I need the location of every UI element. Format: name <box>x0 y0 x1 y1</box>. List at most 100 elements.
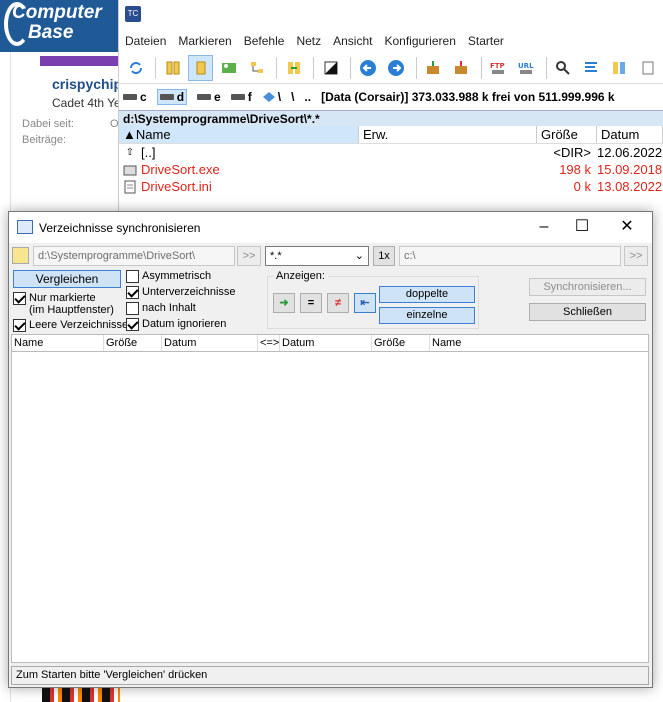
search-icon[interactable] <box>551 55 576 81</box>
drive-c[interactable]: c <box>123 90 147 104</box>
minimize-icon[interactable]: – <box>524 216 564 240</box>
grid-col-name-left[interactable]: Name <box>12 335 104 351</box>
menu-dateien[interactable]: Dateien <box>125 34 166 48</box>
forum-since-label: Dabei seit: <box>22 118 74 130</box>
empty-dirs-checkbox[interactable]: Leere Verzeichnisse <box>13 319 128 332</box>
forum-username[interactable]: crispychip <box>52 76 122 92</box>
grid-col-date-left[interactable]: Datum <box>162 335 258 351</box>
up-dir-icon: ⇧ <box>125 147 135 158</box>
ini-file-icon <box>123 180 137 194</box>
total-commander-window: TC Dateien Markieren Befehle Netz Ansich… <box>118 0 663 212</box>
synchronize-button[interactable]: Synchronisieren... <box>529 278 646 296</box>
show-left-newer-icon[interactable]: ➜ <box>273 293 295 313</box>
maximize-icon[interactable]: ☐ <box>562 216 602 240</box>
invert-selection-icon[interactable] <box>318 55 343 81</box>
full-view-icon[interactable] <box>188 54 214 81</box>
file-row[interactable]: DriveSort.ini 0 k 13.08.2022 <box>119 178 663 195</box>
compare-icon[interactable] <box>607 55 632 81</box>
refresh-icon[interactable] <box>123 55 148 81</box>
file-column-headers: ▲Name Erw. Größe Datum <box>119 126 663 144</box>
drive-f[interactable]: f <box>230 90 252 104</box>
network-drive[interactable]: \ <box>262 90 281 104</box>
close-icon[interactable]: ✕ <box>607 216 647 240</box>
left-path-field[interactable]: d:\Systemprogramme\DriveSort\ <box>33 246 235 266</box>
left-browse-button[interactable]: >> <box>237 246 261 266</box>
compare-grid-header: Name Größe Datum <=> Datum Größe Name <box>11 334 649 352</box>
compare-button[interactable]: Vergleichen <box>13 270 121 288</box>
menu-konfigurieren[interactable]: Konfigurieren <box>384 34 455 48</box>
chevron-down-icon: ⌄ <box>354 250 364 262</box>
tree-view-icon[interactable] <box>244 55 269 81</box>
drive-info: [Data (Corsair)] 373.033.988 k frei von … <box>321 90 615 104</box>
sync-dirs-icon[interactable] <box>281 55 306 81</box>
pack-icon[interactable] <box>421 55 446 81</box>
right-path-field[interactable]: c:\ <box>399 246 621 266</box>
col-size[interactable]: Größe <box>537 126 597 143</box>
file-list: ⇧ [..] <DIR> 12.06.2022 DriveSort.exe 198… <box>119 144 663 195</box>
grid-col-size-right[interactable]: Größe <box>372 335 430 351</box>
col-date[interactable]: Datum <box>597 126 663 143</box>
by-content-checkbox[interactable]: nach Inhalt <box>126 302 196 315</box>
tc-titlebar: TC <box>119 0 663 30</box>
thumbnail-icon[interactable] <box>216 55 241 81</box>
brief-view-icon[interactable] <box>160 55 185 81</box>
computerbase-logo[interactable]: Computer Base <box>0 0 120 52</box>
sort-up-icon: ▲ <box>123 127 136 142</box>
grid-col-size-left[interactable]: Größe <box>104 335 162 351</box>
close-button[interactable]: Schließen <box>529 303 646 321</box>
forum-posts-label: Beiträge: <box>22 134 67 146</box>
show-equal-icon[interactable]: = <box>300 293 322 313</box>
svg-text:URL: URL <box>518 62 534 70</box>
user-banner <box>40 56 120 66</box>
forum-image <box>42 686 120 702</box>
logo-text-1: Computer <box>12 2 102 23</box>
multi-rename-icon[interactable] <box>579 55 604 81</box>
dialog-icon <box>17 220 33 234</box>
col-ext[interactable]: Erw. <box>359 126 537 143</box>
file-row[interactable]: DriveSort.exe 198 k 15.09.2018 <box>119 161 663 178</box>
tc-menubar: Dateien Markieren Befehle Netz Ansicht K… <box>119 30 663 52</box>
compare-grid[interactable] <box>11 352 649 663</box>
logo-text-2: Base <box>28 22 74 43</box>
grid-col-name-right[interactable]: Name <box>430 335 648 351</box>
svg-text:FTP: FTP <box>490 62 505 70</box>
subdirs-checkbox[interactable]: Unterverzeichnisse <box>126 286 236 299</box>
show-right-newer-icon[interactable]: ⇤ <box>354 293 376 313</box>
once-button[interactable]: 1x <box>373 246 395 266</box>
show-label: Anzeigen: <box>273 270 328 282</box>
menu-markieren[interactable]: Markieren <box>178 34 231 48</box>
filter-select[interactable]: *.* ⌄ <box>265 246 369 266</box>
tc-toolbar: FTP URL <box>119 52 663 84</box>
asymmetric-checkbox[interactable]: Asymmetrisch <box>126 270 211 283</box>
drive-d[interactable]: d <box>156 89 188 105</box>
show-unequal-icon[interactable]: ≠ <box>327 293 349 313</box>
menu-starter[interactable]: Starter <box>468 34 504 48</box>
root-button[interactable]: \ <box>291 90 294 104</box>
left-folder-icon[interactable] <box>12 247 29 264</box>
drive-e[interactable]: e <box>197 90 221 104</box>
unpack-icon[interactable] <box>449 55 474 81</box>
forum-rank: Cadet 4th Ye <box>52 96 121 110</box>
right-browse-button[interactable]: >> <box>624 246 648 266</box>
url-icon[interactable]: URL <box>514 55 539 81</box>
menu-befehle[interactable]: Befehle <box>244 34 285 48</box>
current-path[interactable]: d:\Systemprogramme\DriveSort\*.* <box>119 110 663 126</box>
forward-icon[interactable] <box>384 55 409 81</box>
menu-netz[interactable]: Netz <box>296 34 321 48</box>
singles-button[interactable]: einzelne <box>379 307 475 324</box>
ftp-icon[interactable]: FTP <box>486 55 511 81</box>
menu-ansicht[interactable]: Ansicht <box>333 34 372 48</box>
duplicates-button[interactable]: doppelte <box>379 286 475 303</box>
col-name[interactable]: ▲Name <box>119 126 359 143</box>
drive-bar: c d e f \ \ .. [Data (Corsair)] 373.033.… <box>119 84 663 110</box>
ignore-date-checkbox[interactable]: Datum ignorieren <box>126 318 226 331</box>
notepad-icon[interactable] <box>635 55 660 81</box>
grid-col-direction[interactable]: <=> <box>258 335 280 351</box>
dialog-titlebar[interactable]: Verzeichnisse synchronisieren – ☐ ✕ <box>9 212 652 243</box>
parent-button[interactable]: .. <box>304 90 311 104</box>
exe-file-icon <box>123 163 137 177</box>
only-selected-checkbox[interactable]: Nur markierte (im Hauptfenster) <box>13 292 114 316</box>
back-icon[interactable] <box>355 55 380 81</box>
file-row[interactable]: ⇧ [..] <DIR> 12.06.2022 <box>119 144 663 161</box>
grid-col-date-right[interactable]: Datum <box>280 335 372 351</box>
